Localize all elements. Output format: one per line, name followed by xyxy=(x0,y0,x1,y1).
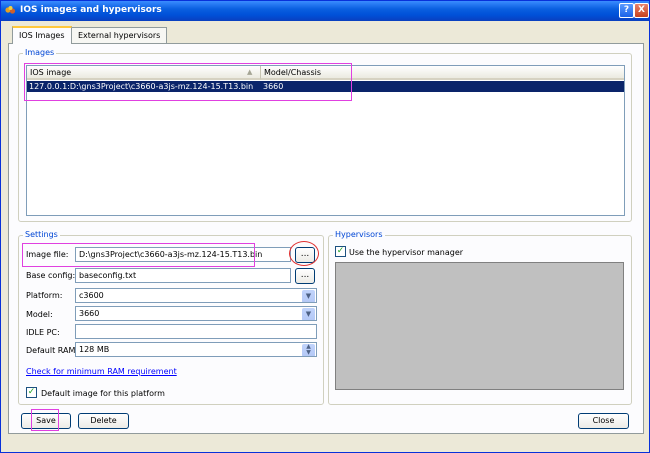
platform-select-value: c3600 xyxy=(79,291,104,300)
base-config-label: Base config: xyxy=(26,271,76,280)
platform-select[interactable]: c3600 ▼ xyxy=(75,288,317,303)
browse-config-button[interactable]: ... xyxy=(295,268,315,284)
hypervisors-group-label: Hypervisors xyxy=(333,230,385,239)
default-ram-label: Default RAM: xyxy=(26,346,79,355)
model-select-value: 3660 xyxy=(79,309,100,318)
highlight-circle-browse xyxy=(289,241,319,266)
idle-pc-label: IDLE PC: xyxy=(26,328,60,337)
hypervisor-list-area[interactable] xyxy=(335,262,624,390)
idle-pc-input[interactable] xyxy=(75,324,317,339)
model-select[interactable]: 3660 ▼ xyxy=(75,306,317,321)
check-ram-link[interactable]: Check for minimum RAM requirement xyxy=(26,367,177,376)
delete-button[interactable]: Delete xyxy=(78,413,129,429)
default-ram-value: 128 MB xyxy=(79,345,110,354)
window-close-button[interactable]: X xyxy=(634,3,649,18)
settings-group-label: Settings xyxy=(23,230,60,239)
checkmark-icon: ✓ xyxy=(27,387,36,397)
highlight-box-save xyxy=(31,409,59,431)
images-group-label: Images xyxy=(23,48,57,57)
platform-label: Platform: xyxy=(26,291,63,300)
ios-images-dialog: IOS images and hypervisors ? X IOS Image… xyxy=(0,0,650,453)
use-hypervisor-manager-label: Use the hypervisor manager xyxy=(349,248,464,257)
model-label: Model: xyxy=(26,310,53,319)
window-title: IOS images and hypervisors xyxy=(20,5,162,15)
default-image-checkbox[interactable]: ✓ xyxy=(26,387,37,398)
base-config-input[interactable]: baseconfig.txt xyxy=(75,268,291,283)
tab-external-hypervisors[interactable]: External hypervisors xyxy=(71,27,168,43)
use-hypervisor-manager-checkbox[interactable]: ✓ xyxy=(335,246,346,257)
title-bar[interactable]: IOS images and hypervisors ? X xyxy=(1,1,649,21)
highlight-box-image-file xyxy=(22,243,255,267)
checkmark-icon: ✓ xyxy=(336,246,345,256)
close-button[interactable]: Close xyxy=(578,413,629,429)
app-icon xyxy=(5,6,16,14)
default-ram-spinbox[interactable]: 128 MB ▲ ▼ xyxy=(75,342,317,357)
highlight-box-table xyxy=(24,63,352,101)
tab-ios-images[interactable]: IOS Images xyxy=(12,26,72,44)
chevron-down-icon[interactable]: ▼ xyxy=(302,308,315,320)
default-image-label: Default image for this platform xyxy=(41,389,165,398)
spin-updown-icon[interactable]: ▲ ▼ xyxy=(302,344,315,356)
help-button[interactable]: ? xyxy=(619,3,634,18)
chevron-down-icon[interactable]: ▼ xyxy=(302,290,315,302)
